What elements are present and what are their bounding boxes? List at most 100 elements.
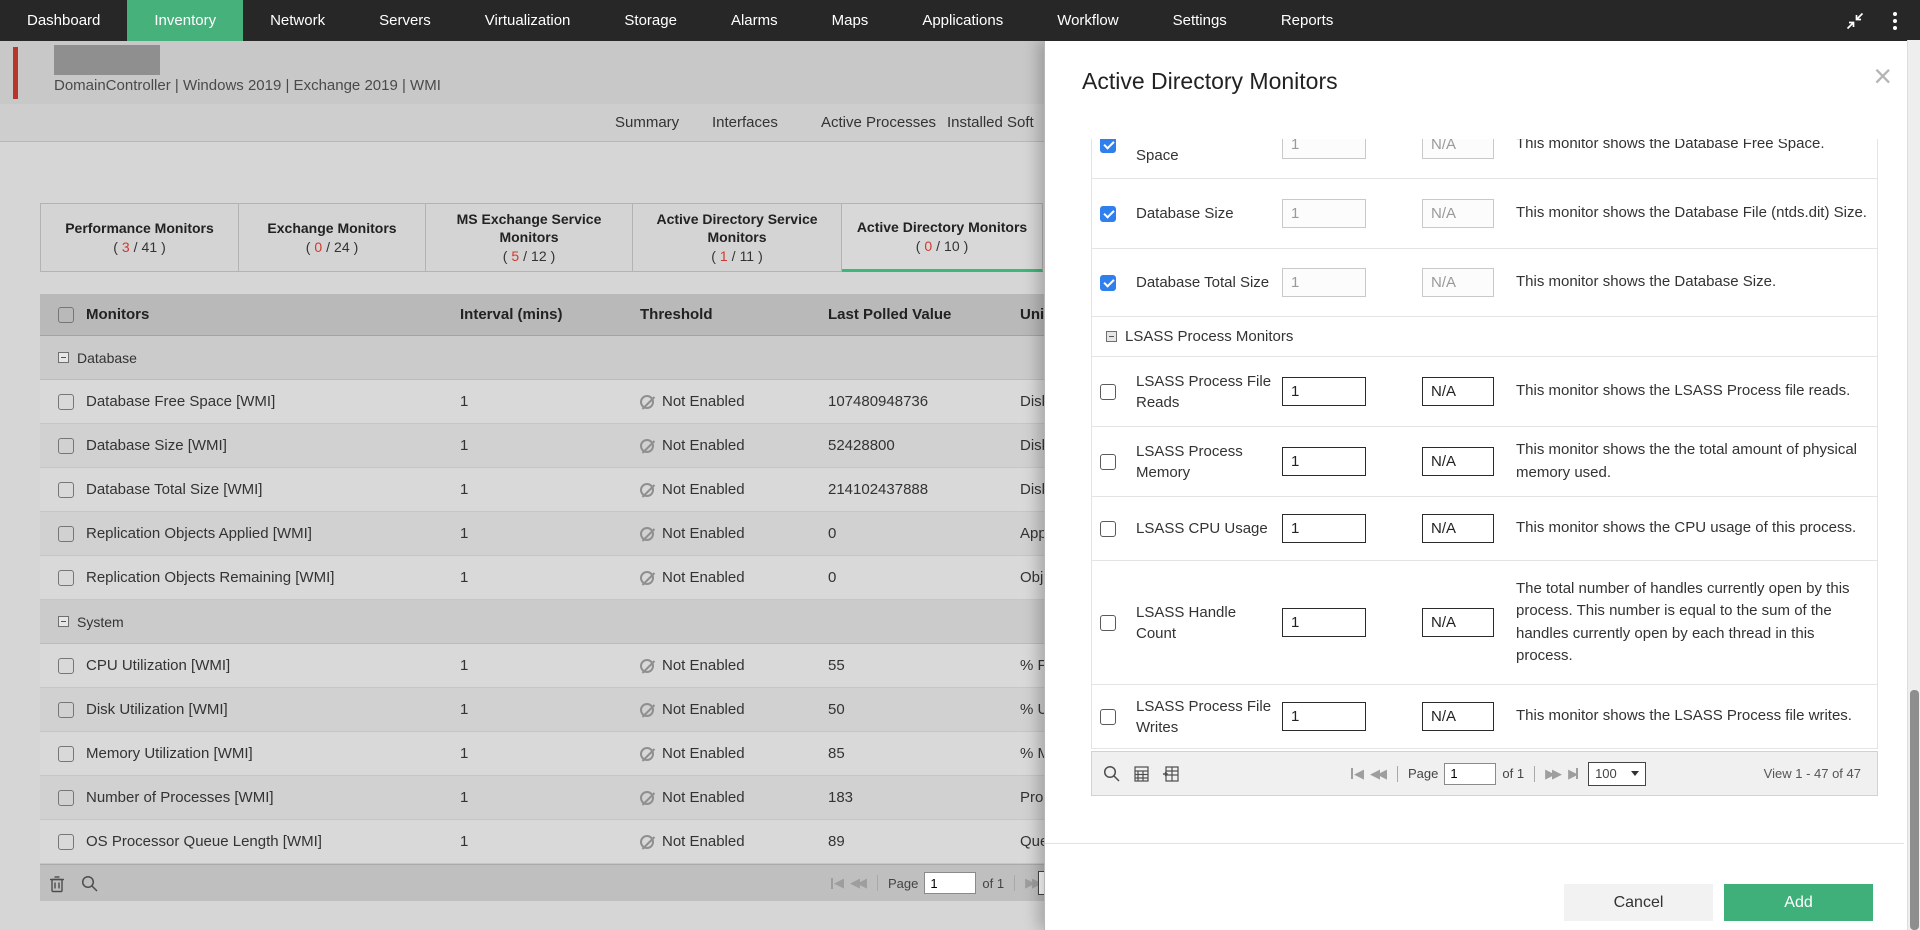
collapse-fullscreen-icon[interactable] bbox=[1844, 10, 1866, 32]
close-icon[interactable]: × bbox=[1873, 60, 1892, 92]
prev-page-button[interactable]: ◀◀ bbox=[1370, 766, 1387, 782]
nav-item-alarms[interactable]: Alarms bbox=[704, 0, 805, 41]
monitor-checkbox[interactable] bbox=[1100, 615, 1116, 631]
page-input[interactable] bbox=[924, 872, 976, 894]
nav-item-maps[interactable]: Maps bbox=[805, 0, 896, 41]
tab-active-directory-monitors[interactable]: Active Directory Monitors (0/10) bbox=[842, 203, 1043, 272]
nav-item-inventory[interactable]: Inventory bbox=[127, 0, 243, 41]
threshold-input[interactable] bbox=[1422, 268, 1494, 297]
prev-page-button[interactable]: ◀◀ bbox=[850, 875, 867, 891]
threshold-input[interactable] bbox=[1422, 608, 1494, 637]
tab-exchange-monitors[interactable]: Exchange Monitors (0/24) bbox=[239, 203, 426, 272]
monitor-description: The total number of handles currently op… bbox=[1516, 578, 1872, 668]
overflow-menu-icon[interactable] bbox=[1884, 10, 1906, 32]
panel-footer: ◀ ◀◀ Page of 1 ▶▶ ▶ 100 View 1 - 47 of 4… bbox=[1091, 751, 1878, 796]
cancel-button[interactable]: Cancel bbox=[1564, 884, 1713, 921]
active-directory-monitors-panel: Active Directory Monitors × Database Fre… bbox=[1044, 40, 1920, 930]
search-icon[interactable] bbox=[80, 874, 99, 893]
nav-item-reports[interactable]: Reports bbox=[1254, 0, 1361, 41]
page-input[interactable] bbox=[1444, 763, 1496, 785]
nav-item-virtualization[interactable]: Virtualization bbox=[458, 0, 598, 41]
monitor-checkbox[interactable] bbox=[1100, 275, 1116, 291]
search-icon[interactable] bbox=[1102, 764, 1121, 783]
tab-count: (0/10) bbox=[914, 238, 971, 254]
threshold-input[interactable] bbox=[1422, 377, 1494, 406]
row-checkbox[interactable] bbox=[58, 790, 74, 806]
collapse-icon[interactable] bbox=[58, 352, 69, 363]
interval-input[interactable] bbox=[1282, 514, 1366, 543]
interval-input[interactable] bbox=[1282, 268, 1366, 297]
tab-interfaces[interactable]: Interfaces bbox=[712, 104, 778, 142]
nav-item-dashboard[interactable]: Dashboard bbox=[0, 0, 127, 41]
monitor-checkbox[interactable] bbox=[1100, 454, 1116, 470]
interval-input[interactable] bbox=[1282, 139, 1366, 159]
first-page-button[interactable]: ◀ bbox=[830, 875, 844, 891]
threshold-input[interactable] bbox=[1422, 514, 1494, 543]
row-checkbox[interactable] bbox=[58, 482, 74, 498]
monitor-interval: 1 bbox=[460, 525, 640, 542]
interval-input[interactable] bbox=[1282, 447, 1366, 476]
next-page-button[interactable]: ▶▶ bbox=[1545, 766, 1562, 782]
nav-item-settings[interactable]: Settings bbox=[1146, 0, 1254, 41]
select-all-checkbox[interactable] bbox=[58, 307, 74, 323]
threshold-input[interactable] bbox=[1422, 139, 1494, 159]
nav-item-network[interactable]: Network bbox=[243, 0, 352, 41]
first-page-button[interactable]: ◀ bbox=[1350, 766, 1364, 782]
monitor-checkbox[interactable] bbox=[1100, 206, 1116, 222]
tab-active-directory-service-monitors[interactable]: Active Directory Service Monitors (1/11) bbox=[633, 203, 842, 272]
row-checkbox[interactable] bbox=[58, 834, 74, 850]
row-checkbox[interactable] bbox=[58, 526, 74, 542]
group-row-database[interactable]: Database bbox=[40, 336, 1200, 380]
tab-label: Exchange Monitors bbox=[267, 220, 396, 238]
divider bbox=[1045, 843, 1904, 844]
threshold-status: Not Enabled bbox=[662, 569, 745, 586]
interval-input[interactable] bbox=[1282, 377, 1366, 406]
nav-item-applications[interactable]: Applications bbox=[895, 0, 1030, 41]
collapse-icon[interactable] bbox=[1106, 331, 1117, 342]
export-excel-icon[interactable] bbox=[1162, 765, 1181, 783]
threshold-status: Not Enabled bbox=[662, 657, 745, 674]
row-checkbox[interactable] bbox=[58, 570, 74, 586]
monitor-checkbox[interactable] bbox=[1100, 521, 1116, 537]
row-checkbox[interactable] bbox=[58, 438, 74, 454]
not-enabled-icon bbox=[640, 659, 654, 673]
monitor-name: LSASS Process File Writes bbox=[1136, 696, 1282, 738]
interval-input[interactable] bbox=[1282, 608, 1366, 637]
tab-ms-exchange-service-monitors[interactable]: MS Exchange Service Monitors (5/12) bbox=[426, 203, 633, 272]
tab-active-processes[interactable]: Active Processes bbox=[821, 104, 936, 142]
add-button[interactable]: Add bbox=[1724, 884, 1873, 921]
monitor-checkbox[interactable] bbox=[1100, 384, 1116, 400]
row-checkbox[interactable] bbox=[58, 394, 74, 410]
tab-label: Active Directory Service Monitors bbox=[643, 211, 831, 246]
threshold-input[interactable] bbox=[1422, 447, 1494, 476]
interval-input[interactable] bbox=[1282, 199, 1366, 228]
threshold-input[interactable] bbox=[1422, 199, 1494, 228]
monitor-checkbox[interactable] bbox=[1100, 139, 1116, 153]
collapse-icon[interactable] bbox=[58, 616, 69, 627]
row-checkbox[interactable] bbox=[58, 658, 74, 674]
tab-performance-monitors[interactable]: Performance Monitors (3/41) bbox=[40, 203, 239, 272]
tab-summary[interactable]: Summary bbox=[615, 104, 679, 142]
pagination: ◀ ◀◀ Page of 1 ▶▶ ▶ bbox=[830, 872, 1062, 894]
monitor-checkbox[interactable] bbox=[1100, 709, 1116, 725]
nav-item-workflow[interactable]: Workflow bbox=[1030, 0, 1145, 41]
nav-item-servers[interactable]: Servers bbox=[352, 0, 458, 41]
monitor-interval: 1 bbox=[460, 393, 640, 410]
monitor-name: LSASS Process File Reads bbox=[1136, 371, 1282, 413]
group-row-lsass[interactable]: LSASS Process Monitors bbox=[1092, 317, 1877, 357]
row-checkbox[interactable] bbox=[58, 702, 74, 718]
row-checkbox[interactable] bbox=[58, 746, 74, 762]
interval-input[interactable] bbox=[1282, 702, 1366, 731]
table-icon[interactable] bbox=[1133, 765, 1150, 783]
threshold-input[interactable] bbox=[1422, 702, 1494, 731]
delete-icon[interactable] bbox=[48, 874, 66, 893]
last-page-button[interactable]: ▶ bbox=[1568, 766, 1582, 782]
table-row: Replication Objects Applied [WMI] 1 Not … bbox=[40, 512, 1200, 556]
tab-installed-software[interactable]: Installed Soft bbox=[947, 104, 1034, 142]
group-row-system[interactable]: System bbox=[40, 600, 1200, 644]
group-label: LSASS Process Monitors bbox=[1125, 328, 1293, 345]
monitor-name: Database Free Space bbox=[1136, 139, 1282, 166]
scrollbar-thumb[interactable] bbox=[1910, 690, 1919, 930]
nav-item-storage[interactable]: Storage bbox=[597, 0, 704, 41]
page-size-select[interactable]: 100 bbox=[1588, 762, 1646, 786]
